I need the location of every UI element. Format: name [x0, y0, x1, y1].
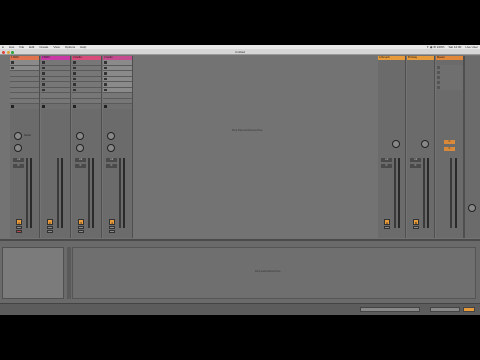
tempo-readout[interactable]: C	[444, 140, 455, 144]
track-activator-button[interactable]: 2	[47, 219, 53, 225]
solo-button[interactable]	[16, 226, 22, 229]
volume-fader[interactable]	[88, 158, 90, 228]
volume-fader[interactable]	[26, 158, 28, 228]
send-b-knob[interactable]	[76, 144, 84, 152]
send-knob[interactable]	[421, 140, 429, 148]
sends-label: Sends	[24, 134, 31, 137]
return-track-a: A Reverb -inf C A	[378, 56, 406, 238]
send-a-knob[interactable]	[76, 132, 84, 140]
track-4: 4 Audio -inf C 4	[103, 56, 133, 238]
scene-launch-button[interactable]	[436, 85, 463, 90]
volume-readout[interactable]: -inf	[106, 158, 117, 162]
solo-button[interactable]	[78, 226, 84, 229]
volume-fader[interactable]	[423, 158, 425, 228]
level-meter	[398, 158, 400, 228]
pan-readout[interactable]: C	[13, 164, 24, 168]
solo-button[interactable]	[47, 226, 53, 229]
midi-indicator	[463, 307, 475, 312]
level-meter	[92, 158, 94, 228]
arm-button[interactable]	[78, 230, 84, 233]
session-view: 1 MIDI Sends -inf C 1 2 MIDI 2 3 Audio -…	[0, 55, 480, 239]
minimize-icon[interactable]	[6, 50, 10, 54]
volume-fader[interactable]	[394, 158, 396, 228]
zoom-icon[interactable]	[11, 50, 14, 54]
solo-button[interactable]	[413, 226, 419, 229]
return-activator-button[interactable]: B	[413, 219, 419, 225]
track-activator-button[interactable]: 3	[78, 219, 84, 225]
volume-readout[interactable]: -inf	[75, 158, 86, 162]
send-b-knob[interactable]	[107, 144, 115, 152]
master-level-meter	[455, 158, 457, 228]
arm-button[interactable]	[109, 230, 115, 233]
solo-button[interactable]	[109, 226, 115, 229]
stop-clip-button[interactable]	[41, 104, 70, 109]
send-knob[interactable]	[392, 140, 400, 148]
pan-readout[interactable]: C	[75, 164, 86, 168]
drop-files-hint: Drop Files and Devices Here	[232, 129, 263, 132]
solo-button[interactable]	[384, 226, 390, 229]
stop-clip-button[interactable]	[103, 104, 132, 109]
status-bar	[0, 303, 480, 315]
level-meter	[427, 158, 429, 228]
cue-volume-knob[interactable]	[468, 204, 476, 212]
panel-splitter[interactable]	[67, 247, 71, 299]
arm-button[interactable]	[16, 230, 22, 233]
window-title: Untitled	[234, 50, 246, 54]
volume-readout[interactable]: -inf	[13, 158, 24, 162]
drop-effects-hint: Drop Audio Effects Here	[255, 270, 281, 273]
volume-fader[interactable]	[57, 158, 59, 228]
crossfader-readout[interactable]: C	[444, 147, 455, 151]
track-activator-button[interactable]: 4	[109, 219, 115, 225]
pan-readout[interactable]: C	[410, 164, 421, 168]
send-b-knob[interactable]	[14, 144, 22, 152]
level-meter	[123, 158, 125, 228]
master-title[interactable]: Master	[436, 56, 463, 60]
cpu-meter	[430, 307, 460, 312]
clip-detail-panel	[2, 247, 64, 299]
master-track: Master C C	[436, 56, 464, 238]
stop-clip-button[interactable]	[72, 104, 101, 109]
detail-view: Drop Audio Effects Here	[0, 239, 480, 303]
device-chain[interactable]: Drop Audio Effects Here	[72, 247, 476, 299]
volume-readout[interactable]: -inf	[410, 158, 421, 162]
live-app-screen: ● Live File Edit Create View Options Hel…	[0, 45, 480, 315]
arm-button[interactable]	[47, 230, 53, 233]
status-field[interactable]	[360, 307, 420, 312]
track-3: 3 Audio -inf C 3	[72, 56, 102, 238]
level-meter	[30, 158, 32, 228]
pan-readout[interactable]: C	[381, 164, 392, 168]
close-icon[interactable]	[2, 50, 5, 54]
return-activator-button[interactable]: A	[384, 219, 390, 225]
level-meter	[61, 158, 63, 228]
send-a-knob[interactable]	[14, 132, 22, 140]
track-1: 1 MIDI Sends -inf C 1	[10, 56, 40, 238]
return-title[interactable]: B Delay	[407, 56, 434, 60]
send-a-knob[interactable]	[107, 132, 115, 140]
track-activator-button[interactable]: 1	[16, 219, 22, 225]
cue-strip	[464, 56, 480, 238]
volume-readout[interactable]: -inf	[381, 158, 392, 162]
volume-fader[interactable]	[119, 158, 121, 228]
stop-clip-button[interactable]	[10, 104, 39, 109]
master-volume-fader[interactable]	[450, 158, 452, 228]
pan-readout[interactable]: C	[106, 164, 117, 168]
return-track-b: B Delay -inf C B	[407, 56, 435, 238]
return-title[interactable]: A Reverb	[378, 56, 405, 60]
track-2: 2 MIDI 2	[41, 56, 71, 238]
